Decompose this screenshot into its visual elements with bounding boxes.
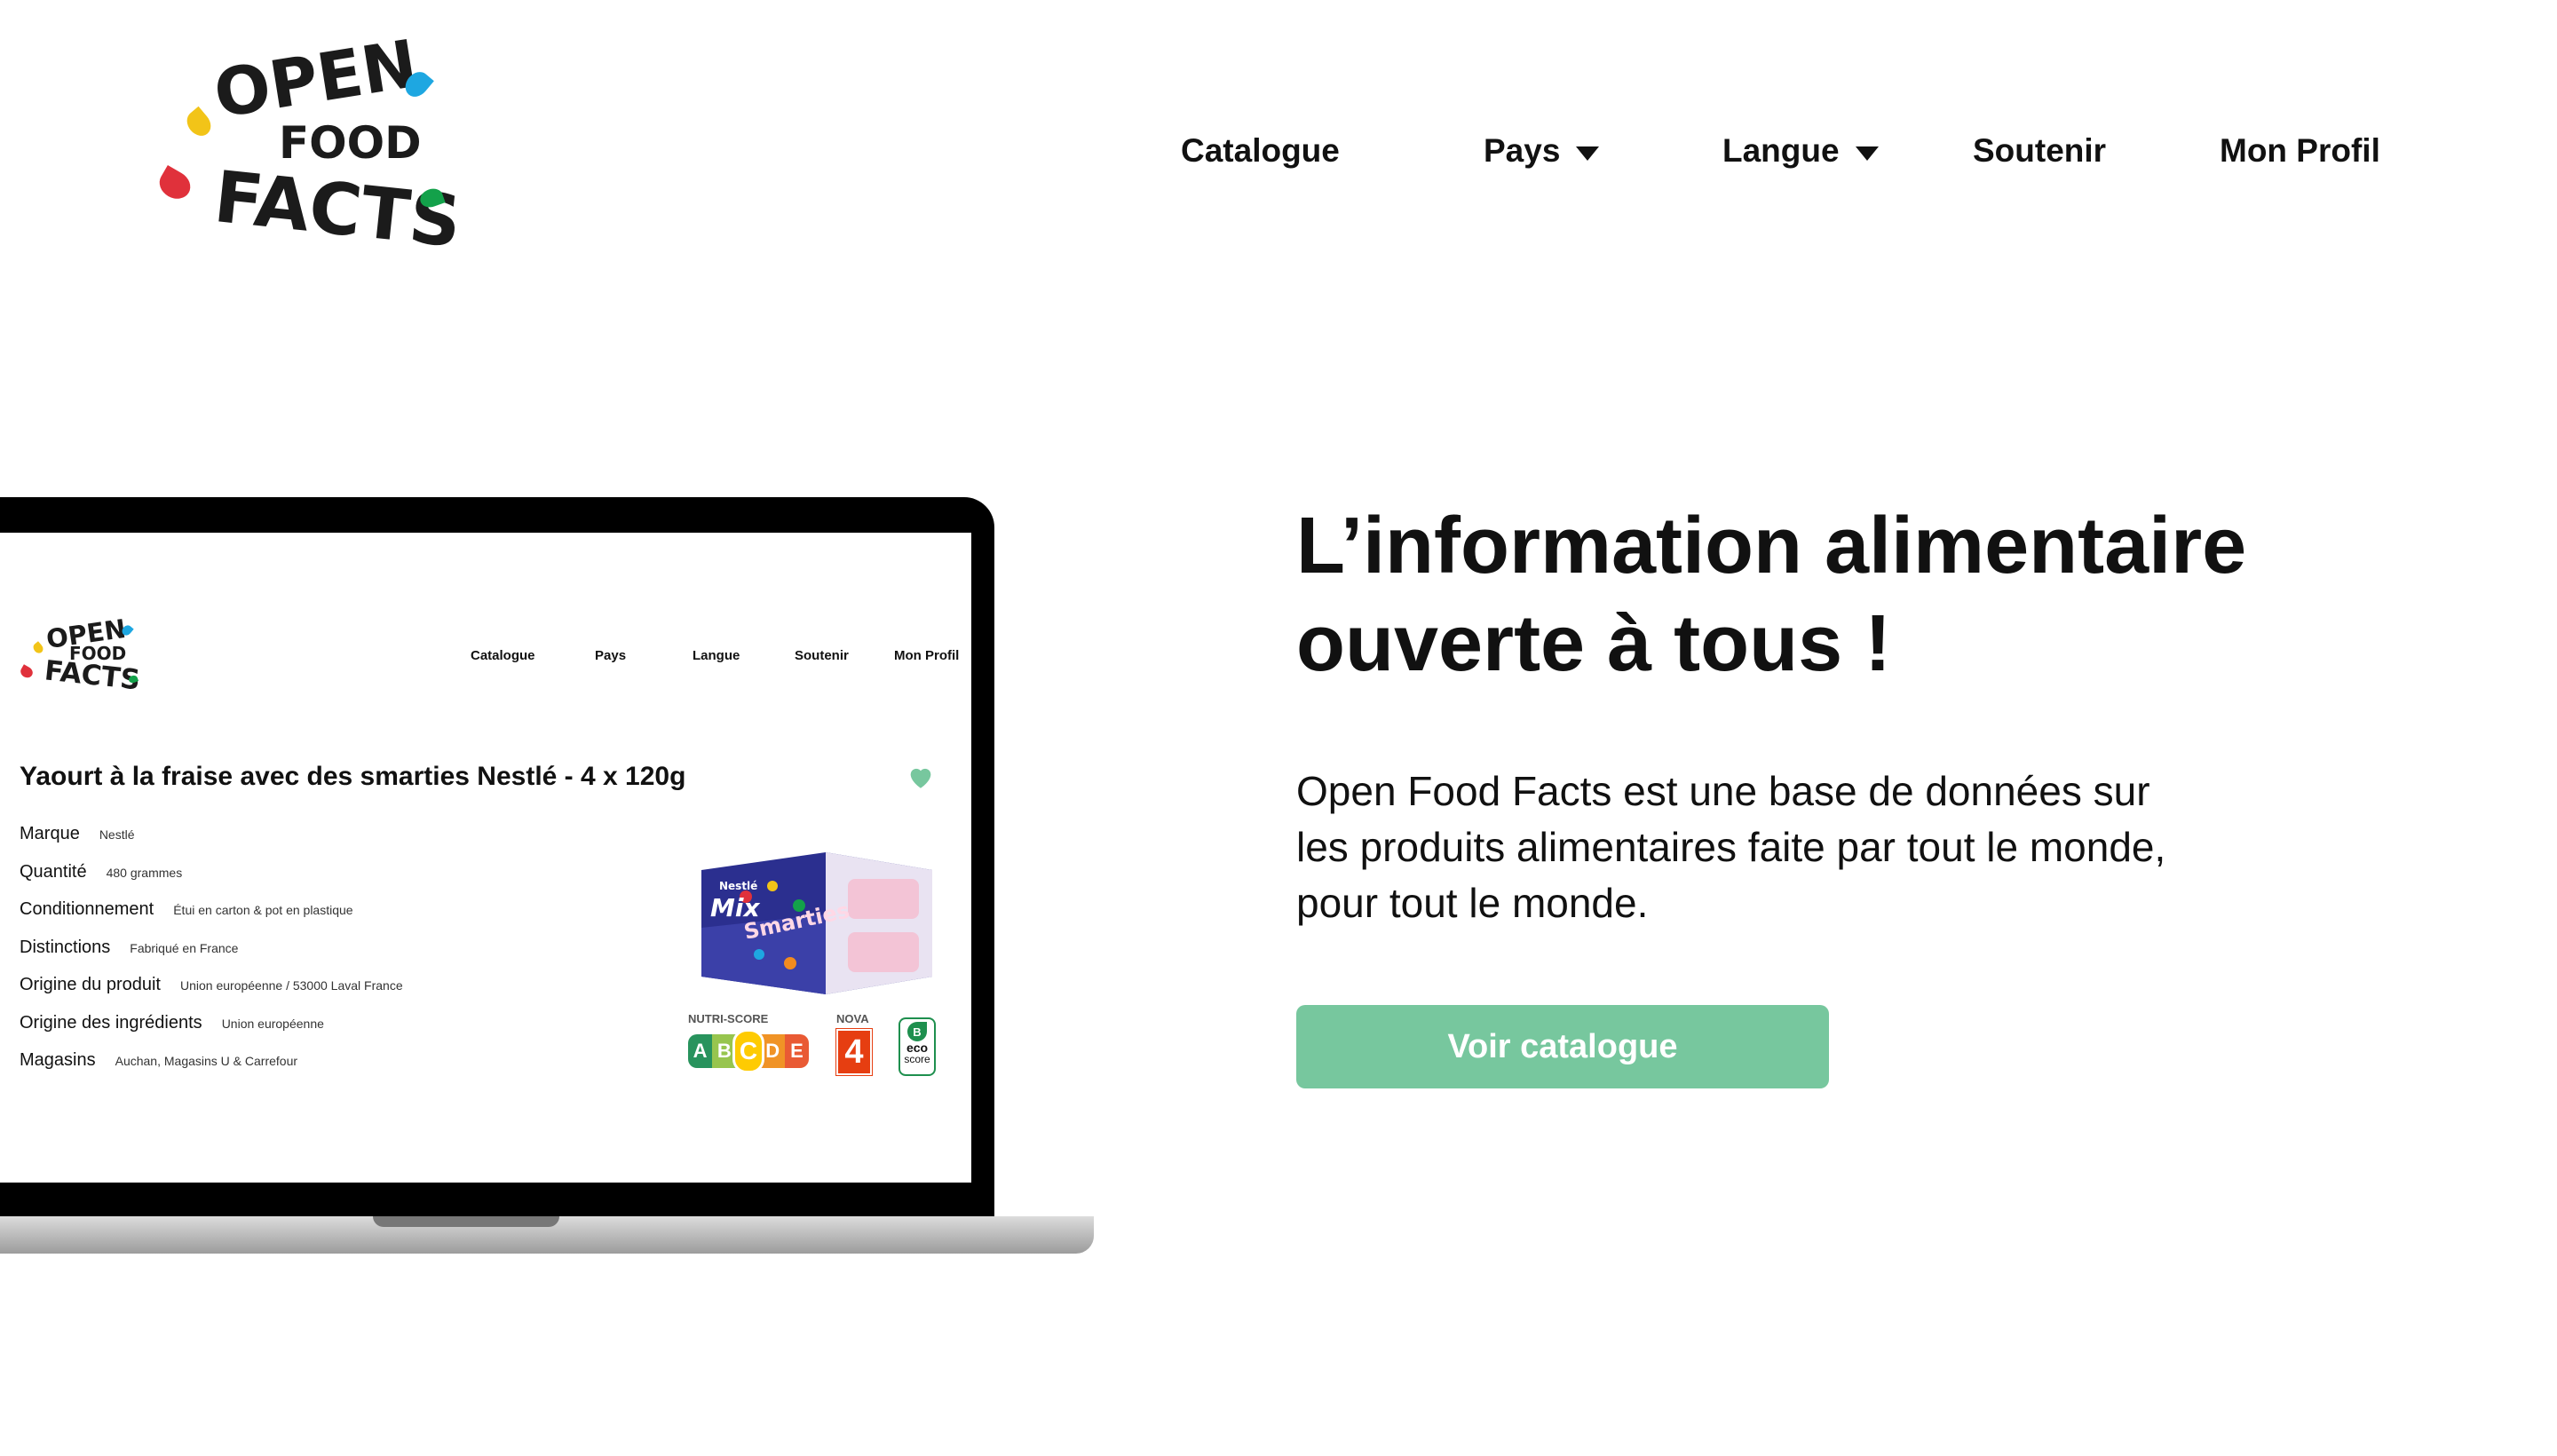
nutriscore-grade-e: E [784,1034,809,1068]
heart-icon [910,768,931,788]
logo-yellow-drop [182,106,216,141]
chevron-down-icon [1576,146,1600,161]
logo-word-food: FOOD [279,117,422,169]
detail-row: Conditionnement Étui en carton & pot en p… [20,899,403,938]
detail-value: Union européenne [221,1016,324,1031]
mockup-logo-yellow-drop [31,641,45,655]
product-image: Nestlé Mix Smarties [701,852,932,994]
logo-red-drop [154,165,196,204]
product-art-brand: Nestlé [719,880,757,892]
detail-row: Origine du produit Union européenne / 530… [20,975,403,1013]
detail-row: Magasins Auchan, Magasins U & Carrefour [20,1050,403,1088]
detail-row: Distinctions Fabriqué en France [20,938,403,976]
nutriscore-scale: A B D E C [688,1029,809,1073]
nav-catalogue-label: Catalogue [1181,132,1340,169]
nutriscore-selected-grade: C [732,1029,764,1073]
logo-word-open: OPEN [209,26,423,133]
detail-value: Auchan, Magasins U & Carrefour [115,1054,298,1068]
nav-pays-label: Pays [1484,132,1561,169]
ecoscore-badge: B eco score [899,1017,936,1076]
nav-pays[interactable]: Pays [1484,124,1600,178]
nutriscore-grade-a: A [688,1034,713,1068]
detail-value: Nestlé [99,827,135,842]
nutriscore-label: NUTRI-SCORE [688,1012,769,1025]
nova-value: 4 [835,1028,873,1076]
logo-word-facts: FACTS [210,155,465,264]
detail-row: Quantité 480 grammes [20,862,403,900]
detail-label: Distinctions [20,937,111,957]
detail-label: Origine des ingrédients [20,1012,202,1033]
ecoscore-word-eco: eco [906,1041,929,1055]
laptop-notch [373,1216,559,1227]
hero-title: L’information alimentaire ouverte à tous… [1296,497,2246,692]
site-logo[interactable]: OPEN FOOD FACTS [154,26,464,264]
nav-mon-profil[interactable]: Mon Profil [2220,124,2380,178]
mockup-logo-red-drop [18,664,36,680]
nova-label: NOVA [836,1012,869,1025]
hero-text-line-1: Open Food Facts est une base de données … [1296,768,2150,814]
voir-catalogue-label: Voir catalogue [1447,1027,1678,1065]
detail-row: Marque Nestlé [20,824,403,862]
detail-value: 480 grammes [106,865,183,880]
nav-catalogue[interactable]: Catalogue [1181,124,1340,178]
chevron-down-icon [1855,146,1879,161]
mockup-nav-profil: Mon Profil [894,648,960,663]
hero-title-line-1: L’information alimentaire [1296,502,2247,590]
nutriscore-badge: NUTRI-SCORE A B D E C [688,1012,809,1073]
nav-langue-label: Langue [1722,132,1840,169]
laptop-screen-content: OPEN FOOD FACTS Catalogue Pays Langue So… [0,533,971,1183]
detail-label: Marque [20,824,80,843]
mockup-product-title: Yaourt à la fraise avec des smarties Nes… [20,762,686,791]
detail-label: Conditionnement [20,899,154,919]
detail-value: Fabriqué en France [130,940,239,955]
mockup-logo: OPEN FOOD FACTS [18,613,151,697]
mockup-nav-langue: Langue [693,648,740,663]
detail-row: Origine des ingrédients Union européenne [20,1013,403,1051]
mockup-nav-catalogue: Catalogue [471,648,535,663]
mockup-logo-facts: FACTS [43,654,142,697]
detail-value: Union européenne / 53000 Laval France [179,978,403,993]
nav-profil-label: Mon Profil [2220,132,2380,169]
voir-catalogue-button[interactable]: Voir catalogue [1296,1005,1829,1088]
detail-label: Origine du produit [20,975,161,994]
nav-soutenir[interactable]: Soutenir [1973,124,2106,178]
hero-text-line-3: pour tout le monde. [1296,880,1649,926]
nova-badge: NOVA 4 [835,1012,873,1076]
hero-description: Open Food Facts est une base de données … [1296,764,2273,931]
mockup-nav-pays: Pays [595,648,627,663]
hero-text-line-2: les produits alimentaires faite par tout… [1296,824,2166,870]
mockup-product-details: Marque Nestlé Quantité 480 grammes Conditi… [20,824,403,1088]
mockup-nav-soutenir: Soutenir [795,648,849,663]
nav-soutenir-label: Soutenir [1973,132,2107,169]
ecoscore-word-score: score [904,1053,930,1065]
detail-value: Étui en carton & pot en plastique [173,903,353,917]
detail-label: Quantité [20,861,87,882]
nav-langue[interactable]: Langue [1722,124,1879,178]
ecoscore-grade: B [907,1022,927,1041]
detail-label: Magasins [20,1050,96,1070]
hero-title-line-2: ouverte à tous ! [1296,599,1892,688]
